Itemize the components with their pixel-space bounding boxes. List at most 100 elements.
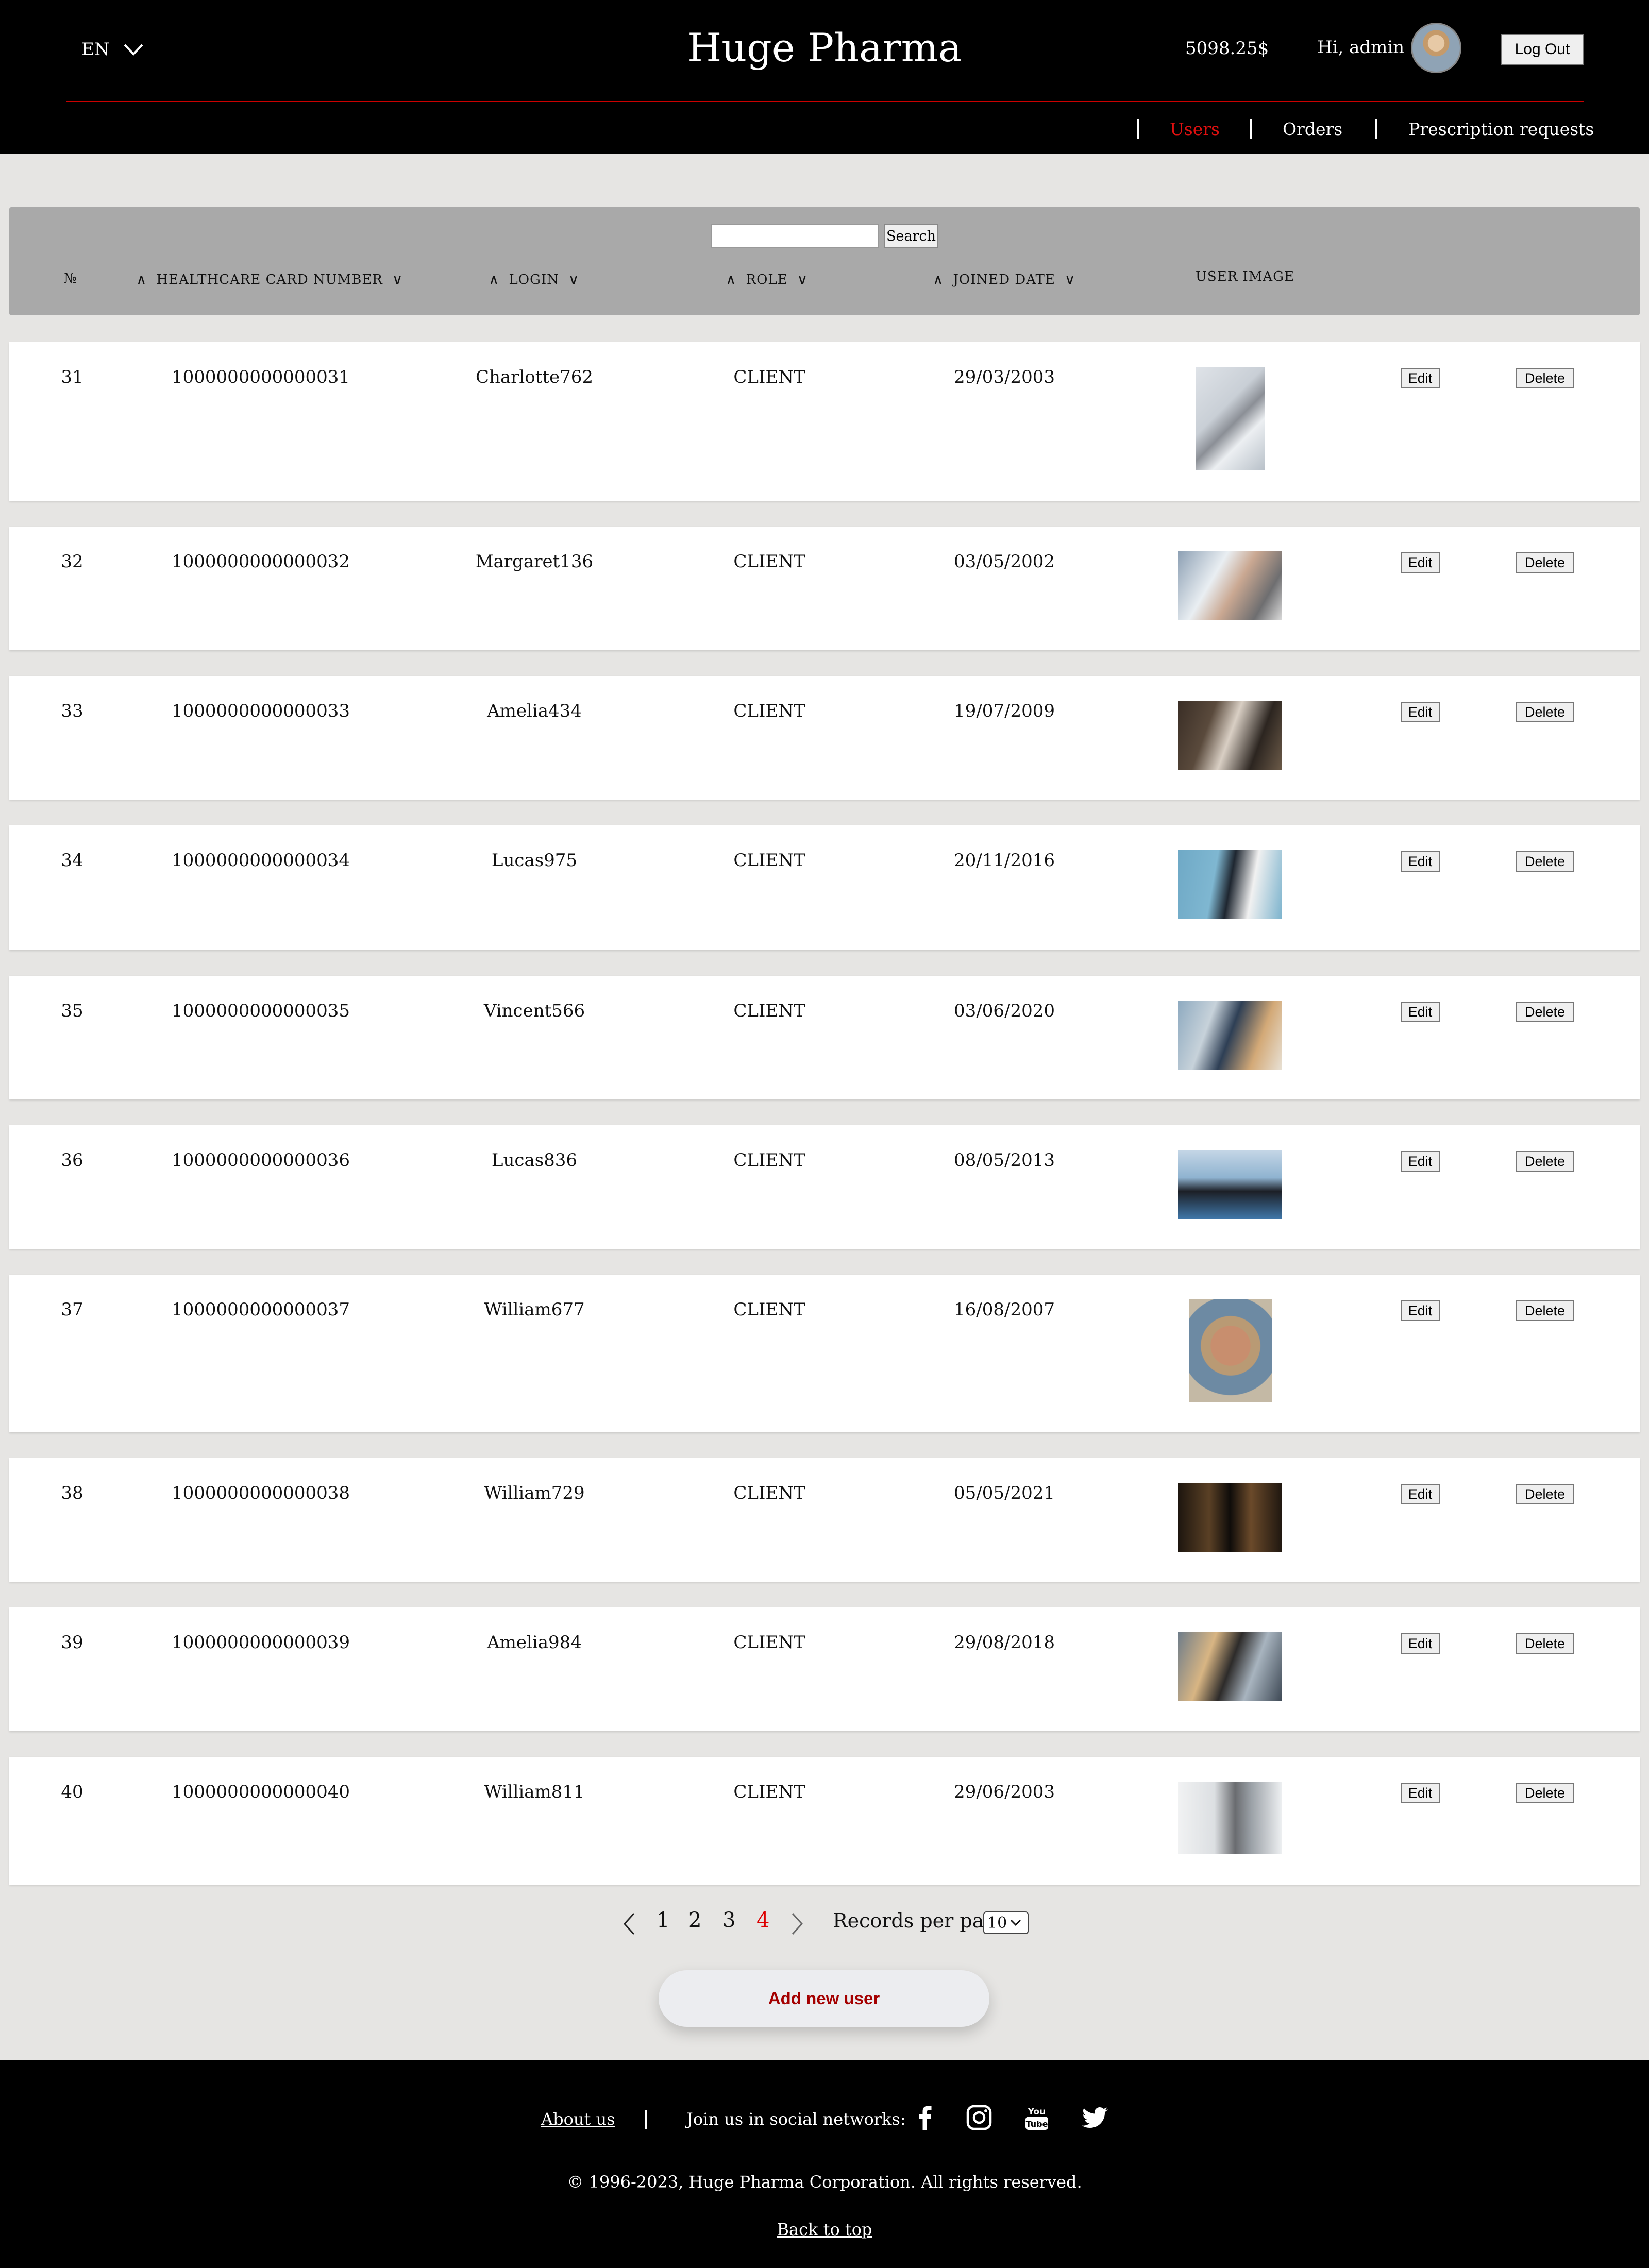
- logout-button[interactable]: Log Out: [1501, 34, 1584, 65]
- cell-card-number: 1000000000000034: [171, 850, 350, 871]
- youtube-icon[interactable]: You Tube: [1022, 2103, 1051, 2132]
- sort-desc-icon[interactable]: ∨: [568, 271, 580, 288]
- delete-button[interactable]: Delete: [1516, 552, 1574, 573]
- top-header: EN Huge Pharma 5098.25$ Hi, admin Log Ou…: [0, 0, 1649, 154]
- delete-button[interactable]: Delete: [1516, 1300, 1574, 1321]
- user-image: [1178, 850, 1282, 919]
- cell-role: CLIENT: [733, 1299, 805, 1320]
- cell-number: 34: [61, 850, 83, 871]
- cell-number: 37: [61, 1299, 83, 1320]
- table-row: 39 1000000000000039 Amelia984 CLIENT 29/08/2…: [9, 1607, 1640, 1731]
- delete-button[interactable]: Delete: [1516, 1151, 1574, 1172]
- cell-role: CLIENT: [733, 1001, 805, 1021]
- balance: 5098.25$: [1185, 38, 1269, 59]
- table-header: Search № ∧ HEALTHCARE CARD NUMBER ∨ ∧ LO…: [9, 207, 1640, 315]
- sort-desc-icon[interactable]: ∨: [392, 271, 403, 288]
- column-header-joined: ∧ JOINED DATE ∨: [933, 271, 1076, 288]
- social-label: Join us in social networks:: [686, 2109, 906, 2129]
- nav-bar: Users Orders Prescription requests: [1137, 117, 1594, 140]
- twitter-icon[interactable]: [1081, 2103, 1110, 2132]
- sort-desc-icon[interactable]: ∨: [1065, 271, 1076, 288]
- search-input[interactable]: [711, 224, 879, 248]
- delete-button[interactable]: Delete: [1516, 851, 1574, 872]
- page-link-3[interactable]: 3: [722, 1908, 735, 1932]
- edit-button[interactable]: Edit: [1401, 851, 1440, 872]
- delete-button[interactable]: Delete: [1516, 702, 1574, 722]
- cell-number: 38: [61, 1483, 83, 1503]
- sort-desc-icon[interactable]: ∨: [797, 271, 809, 288]
- sort-asc-icon[interactable]: ∧: [726, 271, 737, 288]
- chevron-down-icon: [1011, 1919, 1021, 1926]
- cell-login: William729: [484, 1483, 585, 1503]
- tab-prescription-requests[interactable]: Prescription requests: [1408, 119, 1594, 139]
- footer-separator: [645, 2110, 647, 2129]
- about-us-link[interactable]: About us: [541, 2109, 615, 2129]
- table-row: 33 1000000000000033 Amelia434 CLIENT 19/07/2…: [9, 676, 1640, 800]
- edit-button[interactable]: Edit: [1401, 368, 1440, 388]
- user-image: [1178, 701, 1282, 770]
- edit-button[interactable]: Edit: [1401, 1002, 1440, 1022]
- facebook-icon[interactable]: [911, 2103, 940, 2132]
- edit-button[interactable]: Edit: [1401, 1300, 1440, 1321]
- cell-card-number: 1000000000000037: [171, 1299, 350, 1320]
- delete-button[interactable]: Delete: [1516, 1633, 1574, 1654]
- page-link-1[interactable]: 1: [657, 1908, 669, 1932]
- records-per-page-select[interactable]: 10: [983, 1911, 1029, 1934]
- cell-joined-date: 29/03/2003: [954, 367, 1055, 387]
- column-header-login: ∧ LOGIN ∨: [489, 271, 580, 288]
- cell-joined-date: 16/08/2007: [954, 1299, 1055, 1320]
- edit-button[interactable]: Edit: [1401, 1783, 1440, 1803]
- table-row: 32 1000000000000032 Margaret136 CLIENT 03/05…: [9, 527, 1640, 650]
- tab-orders[interactable]: Orders: [1283, 119, 1342, 139]
- cell-number: 36: [61, 1150, 83, 1171]
- cell-number: 33: [61, 701, 83, 721]
- edit-button[interactable]: Edit: [1401, 1633, 1440, 1654]
- user-image: [1178, 1150, 1282, 1219]
- table-row: 34 1000000000000034 Lucas975 CLIENT 20/11/20…: [9, 825, 1640, 950]
- tab-users[interactable]: Users: [1170, 119, 1220, 139]
- delete-button[interactable]: Delete: [1516, 1002, 1574, 1022]
- delete-button[interactable]: Delete: [1516, 1783, 1574, 1803]
- cell-joined-date: 03/05/2002: [954, 551, 1055, 572]
- back-to-top-link[interactable]: Back to top: [0, 2220, 1649, 2239]
- copyright: © 1996-2023, Huge Pharma Corporation. Al…: [567, 2172, 1082, 2192]
- cell-number: 35: [61, 1001, 83, 1021]
- edit-button[interactable]: Edit: [1401, 702, 1440, 722]
- table-row: 36 1000000000000036 Lucas836 CLIENT 08/05/20…: [9, 1125, 1640, 1249]
- cell-card-number: 1000000000000033: [171, 701, 350, 721]
- cell-joined-date: 29/06/2003: [954, 1782, 1055, 1802]
- sort-asc-icon[interactable]: ∧: [489, 271, 500, 288]
- sort-asc-icon[interactable]: ∧: [136, 271, 147, 288]
- user-image: [1178, 1001, 1282, 1070]
- page-link-2[interactable]: 2: [688, 1908, 701, 1932]
- edit-button[interactable]: Edit: [1401, 552, 1440, 573]
- footer: About us Join us in social networks: You…: [0, 2060, 1649, 2268]
- cell-card-number: 1000000000000036: [171, 1150, 350, 1171]
- instagram-icon[interactable]: [965, 2103, 994, 2132]
- delete-button[interactable]: Delete: [1516, 1484, 1574, 1504]
- table-row: 40 1000000000000040 William811 CLIENT 29/06/…: [9, 1757, 1640, 1885]
- chevron-right-icon[interactable]: [789, 1911, 805, 1936]
- header-divider: [66, 101, 1584, 102]
- cell-role: CLIENT: [733, 1632, 805, 1653]
- cell-number: 32: [61, 551, 83, 572]
- svg-text:Tube: Tube: [1026, 2119, 1048, 2129]
- sort-asc-icon[interactable]: ∧: [933, 271, 944, 288]
- cell-role: CLIENT: [733, 551, 805, 572]
- user-image: [1178, 1632, 1282, 1701]
- search-button[interactable]: Search: [884, 224, 938, 248]
- edit-button[interactable]: Edit: [1401, 1151, 1440, 1172]
- user-image: [1178, 551, 1282, 620]
- table-row: 38 1000000000000038 William729 CLIENT 05/05/…: [9, 1458, 1640, 1582]
- page-link-current[interactable]: 4: [756, 1908, 769, 1932]
- chevron-left-icon[interactable]: [621, 1911, 637, 1936]
- cell-role: CLIENT: [733, 1150, 805, 1171]
- delete-button[interactable]: Delete: [1516, 368, 1574, 388]
- add-user-button[interactable]: Add new user: [659, 1970, 989, 2027]
- avatar[interactable]: [1411, 23, 1461, 73]
- column-header-number: №: [64, 271, 77, 286]
- cell-role: CLIENT: [733, 701, 805, 721]
- edit-button[interactable]: Edit: [1401, 1484, 1440, 1504]
- svg-text:You: You: [1028, 2107, 1046, 2117]
- cell-card-number: 1000000000000035: [171, 1001, 350, 1021]
